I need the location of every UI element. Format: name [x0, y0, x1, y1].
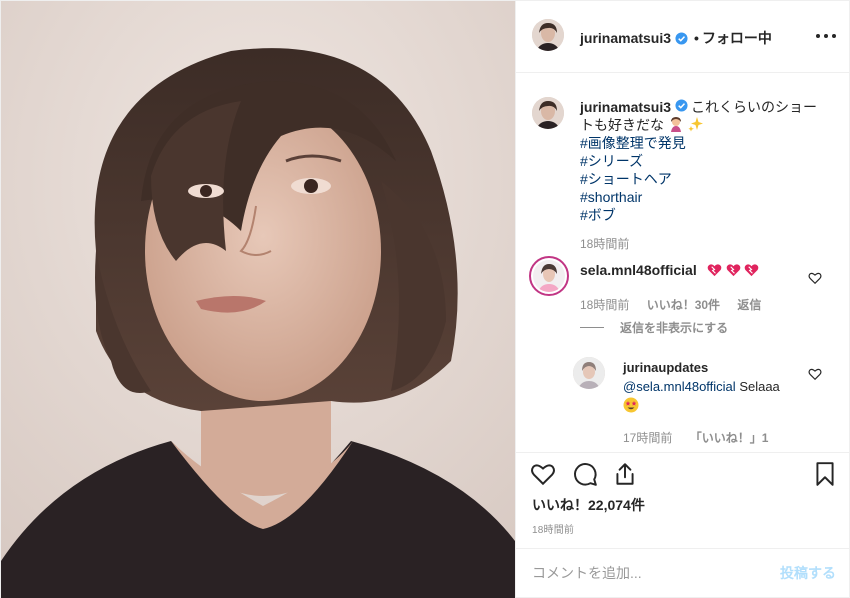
comment-timestamp: 18時間前	[580, 298, 630, 312]
author-avatar-image	[532, 19, 564, 51]
hide-replies-button[interactable]: 返信を非表示にする	[580, 319, 728, 336]
reply-timestamp: 17時間前	[623, 431, 673, 445]
reply-like-heart-icon[interactable]	[808, 367, 822, 381]
author-avatar[interactable]	[532, 19, 564, 51]
reply-avatar[interactable]	[573, 357, 605, 389]
header-separator: •	[694, 30, 699, 46]
author-line: jurinamatsui3 • フォロー中	[580, 28, 772, 48]
caption-text-line1: これくらいのショー	[691, 99, 818, 115]
sparkling-heart-emoji-icon	[707, 264, 721, 277]
caption-username[interactable]: jurinamatsui3	[580, 99, 671, 115]
post-comment-button[interactable]: 投稿する	[780, 563, 836, 583]
hashtag-link[interactable]: #ショートヘア	[580, 170, 830, 188]
comment-username[interactable]: sela.mnl48official	[580, 262, 697, 278]
caption-timestamp: 18時間前	[580, 237, 630, 251]
likes-count[interactable]: いいね！22,074件	[532, 495, 645, 515]
reply-avatar-image	[573, 357, 605, 389]
reply-body: Selaaa	[739, 379, 780, 394]
post-sidebar: jurinamatsui3 • フォロー中 jurinamatsui3 これくら…	[515, 1, 850, 598]
hashtag-link[interactable]: #シリーズ	[580, 152, 830, 170]
more-options-icon[interactable]	[814, 25, 838, 45]
following-button[interactable]: フォロー中	[702, 28, 772, 48]
post-actions: いいね！22,074件 18時間前	[516, 452, 850, 548]
author-username[interactable]: jurinamatsui3	[580, 30, 671, 46]
star-struck-emoji-icon	[623, 397, 639, 413]
instagram-post: jurinamatsui3 • フォロー中 jurinamatsui3 これくら…	[0, 0, 850, 598]
comment-input[interactable]	[532, 561, 762, 585]
comment-likes-count[interactable]: いいね！30件	[647, 298, 720, 312]
caption: jurinamatsui3 これくらいのショー トも好きだな #画像整理で発見 #…	[580, 98, 830, 224]
reply-meta: 17時間前 「いいね！」1	[623, 429, 768, 446]
comment-icon[interactable]	[572, 461, 598, 487]
comment-like-heart-icon[interactable]	[808, 271, 822, 285]
comment: sela.mnl48official	[580, 262, 759, 278]
heart-icon[interactable]	[530, 461, 556, 487]
post-photo[interactable]	[1, 1, 515, 598]
hide-replies-line	[580, 327, 604, 328]
sparkles-emoji-icon	[688, 117, 703, 132]
sparkling-heart-emoji-icon	[726, 264, 740, 277]
portrait-image	[1, 1, 515, 598]
reply-username[interactable]: jurinaupdates	[623, 360, 708, 375]
reply-mention-link[interactable]: @sela.mnl48official	[623, 379, 736, 394]
sparkling-heart-emoji-icon	[745, 264, 759, 277]
comments-list[interactable]: jurinamatsui3 これくらいのショー トも好きだな #画像整理で発見 #…	[516, 74, 850, 452]
hashtag-link[interactable]: #ボブ	[580, 206, 830, 224]
reply-likes-count[interactable]: 「いいね！」1	[690, 431, 769, 445]
caption-avatar-image	[532, 97, 564, 129]
verified-badge-icon	[675, 31, 688, 45]
caption-text-line2: トも好きだな	[580, 117, 664, 133]
comment-reply-button[interactable]: 返信	[737, 298, 761, 312]
post-header: jurinamatsui3 • フォロー中	[516, 1, 850, 73]
bookmark-icon[interactable]	[812, 461, 838, 487]
comment-composer: 投稿する	[516, 548, 850, 598]
woman-gesturing-emoji-icon	[670, 117, 681, 132]
caption-avatar[interactable]	[532, 97, 564, 129]
commenter-avatar[interactable]	[529, 256, 569, 296]
share-icon[interactable]	[612, 461, 638, 487]
comment-meta: 18時間前 いいね！30件 返信	[580, 296, 761, 313]
hashtag-link[interactable]: #画像整理で発見	[580, 134, 830, 152]
hashtag-link[interactable]: #shorthair	[580, 188, 830, 206]
post-timestamp[interactable]: 18時間前	[532, 521, 574, 536]
commenter-avatar-image	[533, 260, 565, 292]
hide-replies-label: 返信を非表示にする	[620, 321, 729, 335]
reply-text: @sela.mnl48official Selaaa	[623, 377, 813, 417]
verified-badge-icon	[675, 99, 688, 112]
